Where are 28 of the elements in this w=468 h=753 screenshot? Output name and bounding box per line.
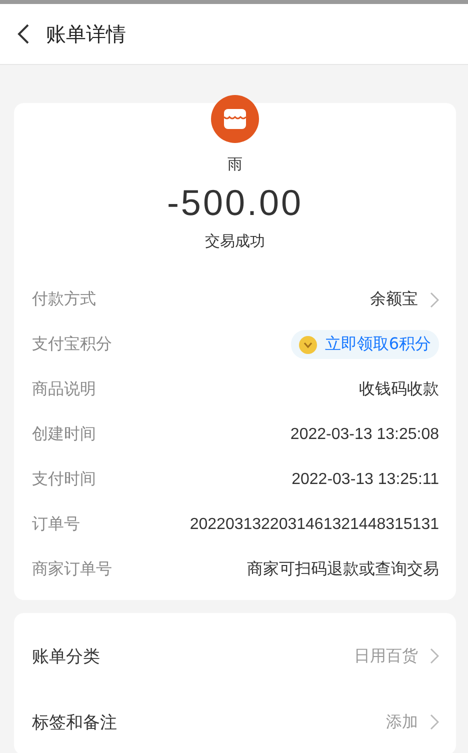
points-badge[interactable]: 立即领取6积分 <box>290 330 439 359</box>
detail-label: 付款方式 <box>32 289 96 310</box>
detail-value: 收钱码收款 <box>359 380 439 400</box>
detail-value: 余额宝 <box>370 290 418 310</box>
detail-label: 订单号 <box>32 514 80 535</box>
points-text: 立即领取6积分 <box>324 334 431 355</box>
chevron-icon[interactable] <box>430 714 439 730</box>
chevron-icon[interactable] <box>430 292 439 308</box>
option-value[interactable]: 添加 <box>386 712 418 732</box>
option-label: 标签和备注 <box>32 712 117 734</box>
detail-value: 商家可扫码退款或查询交易 <box>247 560 439 580</box>
amount: -500.00 <box>166 182 304 224</box>
detail-value: 2022-03-13 13:25:08 <box>290 426 439 444</box>
detail-label: 支付时间 <box>32 469 96 490</box>
detail-value: 2022-03-13 13:25:11 <box>292 470 439 488</box>
detail-value: 2022031322031461321448315131 <box>190 516 439 534</box>
page-title: 账单详情 <box>46 20 126 48</box>
option-value[interactable]: 日用百货 <box>354 646 418 666</box>
detail-label: 创建时间 <box>32 424 96 445</box>
detail-label: 商家订单号 <box>32 559 112 580</box>
merchant-name: 雨 <box>228 155 242 174</box>
transaction-status: 交易成功 <box>205 232 265 251</box>
chevron-icon[interactable] <box>430 648 439 664</box>
option-label: 账单分类 <box>32 646 100 668</box>
coin-icon <box>298 336 317 354</box>
detail-label: 商品说明 <box>32 379 96 400</box>
back-icon[interactable] <box>16 23 30 45</box>
detail-label: 支付宝积分 <box>32 334 112 355</box>
